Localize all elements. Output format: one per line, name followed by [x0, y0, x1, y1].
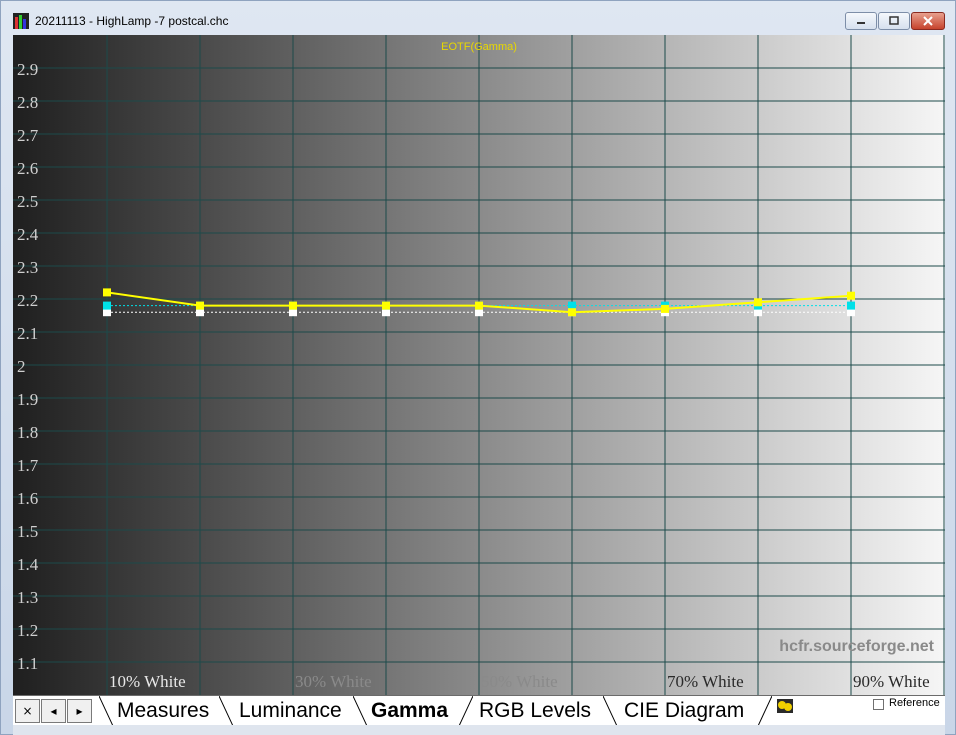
- y-tick-label: 2.9: [17, 60, 38, 79]
- chart-title: EOTF(Gamma): [441, 41, 517, 53]
- series-point: [382, 301, 390, 310]
- tab-close-button[interactable]: ×: [15, 699, 40, 723]
- tab-gamma[interactable]: Gamma: [371, 698, 448, 724]
- y-tick-label: 1.6: [17, 489, 38, 508]
- tab-measures[interactable]: Measures: [117, 698, 209, 724]
- series-point: [103, 288, 111, 297]
- close-window-button[interactable]: [911, 12, 945, 30]
- tab-rgb-levels[interactable]: RGB Levels: [479, 698, 591, 724]
- gamma-chart-svg: 1.1 1.2 1.3 1.4 1.5 1.6 1.7 1.8 1.9 2 2.1 2.2 2.3 2.4…: [13, 35, 945, 695]
- y-tick-label: 2.3: [17, 258, 38, 277]
- x-tick-label: 50% White: [481, 672, 558, 691]
- y-tick-label: 1.2: [17, 621, 38, 640]
- close-tab-icon: ×: [22, 704, 33, 718]
- tab-cie-diagram[interactable]: CIE Diagram: [624, 698, 744, 724]
- theater-masks-icon[interactable]: [777, 699, 793, 713]
- series-point: [196, 301, 204, 310]
- tab-separator: [459, 696, 473, 726]
- series-point: [754, 298, 762, 307]
- maximize-button[interactable]: [878, 12, 910, 30]
- series-point: [661, 304, 669, 313]
- y-tick-label: 2.2: [17, 291, 38, 310]
- series-point: [475, 301, 483, 310]
- window-title: 20211113 - HighLamp -7 postcal.chc: [35, 14, 229, 28]
- series-point: [103, 301, 111, 310]
- series-point: [289, 301, 297, 310]
- status-strip: [13, 725, 945, 735]
- app-window: 20211113 - HighLamp -7 postcal.chc 1.1 1.…: [0, 0, 956, 735]
- minimize-icon: [857, 22, 865, 24]
- y-tick-label: 2: [17, 357, 26, 376]
- x-tick-label: 30% White: [295, 672, 372, 691]
- y-tick-label: 1.1: [17, 654, 38, 673]
- tab-separator: [603, 696, 617, 726]
- y-tick-label: 1.3: [17, 588, 38, 607]
- arrow-left-icon: ◂: [50, 704, 57, 718]
- title-bar: 20211113 - HighLamp -7 postcal.chc: [1, 1, 955, 35]
- app-icon: [13, 13, 29, 29]
- series-point: [847, 291, 855, 300]
- tab-luminance[interactable]: Luminance: [239, 698, 342, 724]
- y-tick-label: 1.9: [17, 390, 38, 409]
- y-tick-label: 2.4: [17, 225, 39, 244]
- y-tick-label: 2.5: [17, 192, 38, 211]
- close-icon: [923, 16, 933, 26]
- y-tick-label: 2.8: [17, 93, 38, 112]
- y-tick-label: 1.8: [17, 423, 38, 442]
- y-tick-label: 2.1: [17, 324, 38, 343]
- y-tick-label: 2.7: [17, 126, 39, 145]
- tab-separator: [219, 696, 233, 726]
- tab-scroll-right-button[interactable]: ▸: [67, 699, 92, 723]
- restore-icon: [889, 16, 899, 25]
- reference-label: Reference: [889, 697, 940, 709]
- watermark-text: hcfr.sourceforge.net: [779, 638, 934, 655]
- y-tick-label: 1.5: [17, 522, 38, 541]
- arrow-right-icon: ▸: [76, 704, 83, 718]
- minimize-button[interactable]: [845, 12, 877, 30]
- reference-checkbox[interactable]: [873, 699, 884, 710]
- series-point: [568, 308, 576, 317]
- x-tick-label: 10% White: [109, 672, 186, 691]
- y-tick-label: 2.6: [17, 159, 38, 178]
- y-tick-label: 1.7: [17, 456, 39, 475]
- series-point: [847, 301, 855, 310]
- tab-scroll-left-button[interactable]: ◂: [41, 699, 66, 723]
- tab-bar: × ◂ ▸ Measures Luminance Gamma RGB Level…: [13, 695, 945, 726]
- y-tick-label: 1.4: [17, 555, 39, 574]
- tab-separator: [99, 696, 113, 726]
- x-tick-label: 90% White: [853, 672, 930, 691]
- tab-separator: [758, 696, 772, 726]
- x-tick-label: 70% White: [667, 672, 744, 691]
- gamma-chart: 1.1 1.2 1.3 1.4 1.5 1.6 1.7 1.8 1.9 2 2.1 2.2 2.3 2.4…: [13, 35, 945, 695]
- tab-separator: [353, 696, 367, 726]
